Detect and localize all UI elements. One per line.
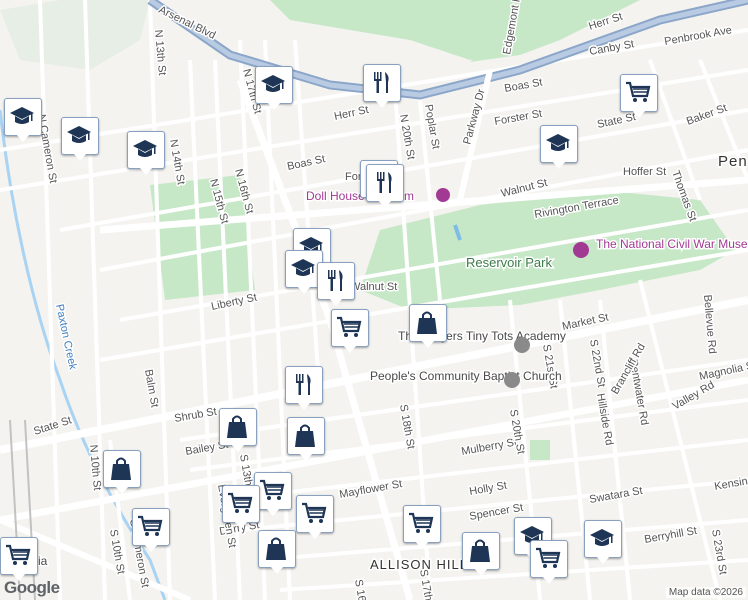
google-logo: Google — [4, 578, 60, 597]
school-icon — [514, 337, 530, 353]
church-label: People's Community Baptist Church — [370, 369, 562, 383]
street-label: Kensington St — [713, 469, 748, 493]
street-label: Walnut St — [350, 281, 397, 293]
school-marker[interactable] — [255, 66, 293, 112]
cart-marker[interactable] — [331, 309, 369, 355]
restaurant-marker[interactable] — [366, 164, 404, 210]
street-label: Boas St — [286, 153, 326, 173]
allison-hill-label: ALLISON HILL — [370, 557, 468, 572]
street-label: Penbrook Ave — [663, 24, 732, 48]
waterway-label: Paxton Creek — [53, 303, 79, 371]
museum-icon — [436, 188, 450, 202]
cart-marker[interactable] — [620, 74, 658, 120]
street-label: Hoffer St — [623, 166, 666, 178]
shopping-bag-marker[interactable] — [103, 450, 141, 496]
shopping-bag-marker[interactable] — [219, 408, 257, 454]
park-area-left — [0, 0, 150, 70]
street-label: Arsenal Blvd — [157, 4, 218, 42]
street-label: Shrub St — [173, 406, 217, 425]
street-label: Mulberry St — [460, 436, 517, 458]
shopping-bag-marker[interactable] — [409, 304, 447, 350]
cart-marker[interactable] — [296, 495, 334, 541]
school-marker[interactable] — [127, 131, 165, 177]
school-marker[interactable] — [4, 98, 42, 144]
shopping-bag-marker[interactable] — [258, 530, 296, 576]
restaurant-marker[interactable] — [317, 262, 355, 308]
restaurant-marker[interactable] — [363, 64, 401, 110]
street-label: Baker St — [685, 102, 729, 128]
civil-war-museum-label: The National Civil War Museum — [596, 237, 748, 251]
street-label: Boas St — [503, 76, 543, 95]
street-label: Balm St — [142, 368, 161, 408]
shopping-bag-marker[interactable] — [287, 417, 325, 463]
restaurant-marker[interactable] — [285, 366, 323, 412]
penbrook-label: Pen — [718, 153, 748, 170]
school-marker[interactable] — [584, 520, 622, 566]
reservoir-park-label: Reservoir Park — [466, 255, 552, 270]
cart-marker[interactable] — [403, 505, 441, 551]
cart-marker[interactable] — [222, 485, 260, 531]
school-marker[interactable] — [540, 125, 578, 171]
cart-marker[interactable] — [132, 508, 170, 554]
church-icon — [504, 372, 520, 388]
street-label: S 16th St — [352, 578, 372, 600]
shopping-bag-marker[interactable] — [462, 532, 500, 578]
green-patch — [530, 440, 550, 460]
museum-icon — [573, 242, 589, 258]
cart-marker[interactable] — [530, 540, 568, 586]
street-label: Holly St — [468, 480, 507, 498]
school-marker[interactable] — [61, 117, 99, 163]
cart-marker[interactable] — [0, 537, 38, 583]
street-label: S 17th St — [417, 568, 437, 600]
street-label: Swatara St — [588, 485, 643, 506]
map-canvas[interactable]: Arsenal Blvd Herr St Canby St Penbrook A… — [0, 0, 748, 600]
map-attribution: Map data ©2026 — [665, 587, 746, 598]
street-label: N 13th St — [152, 29, 168, 76]
